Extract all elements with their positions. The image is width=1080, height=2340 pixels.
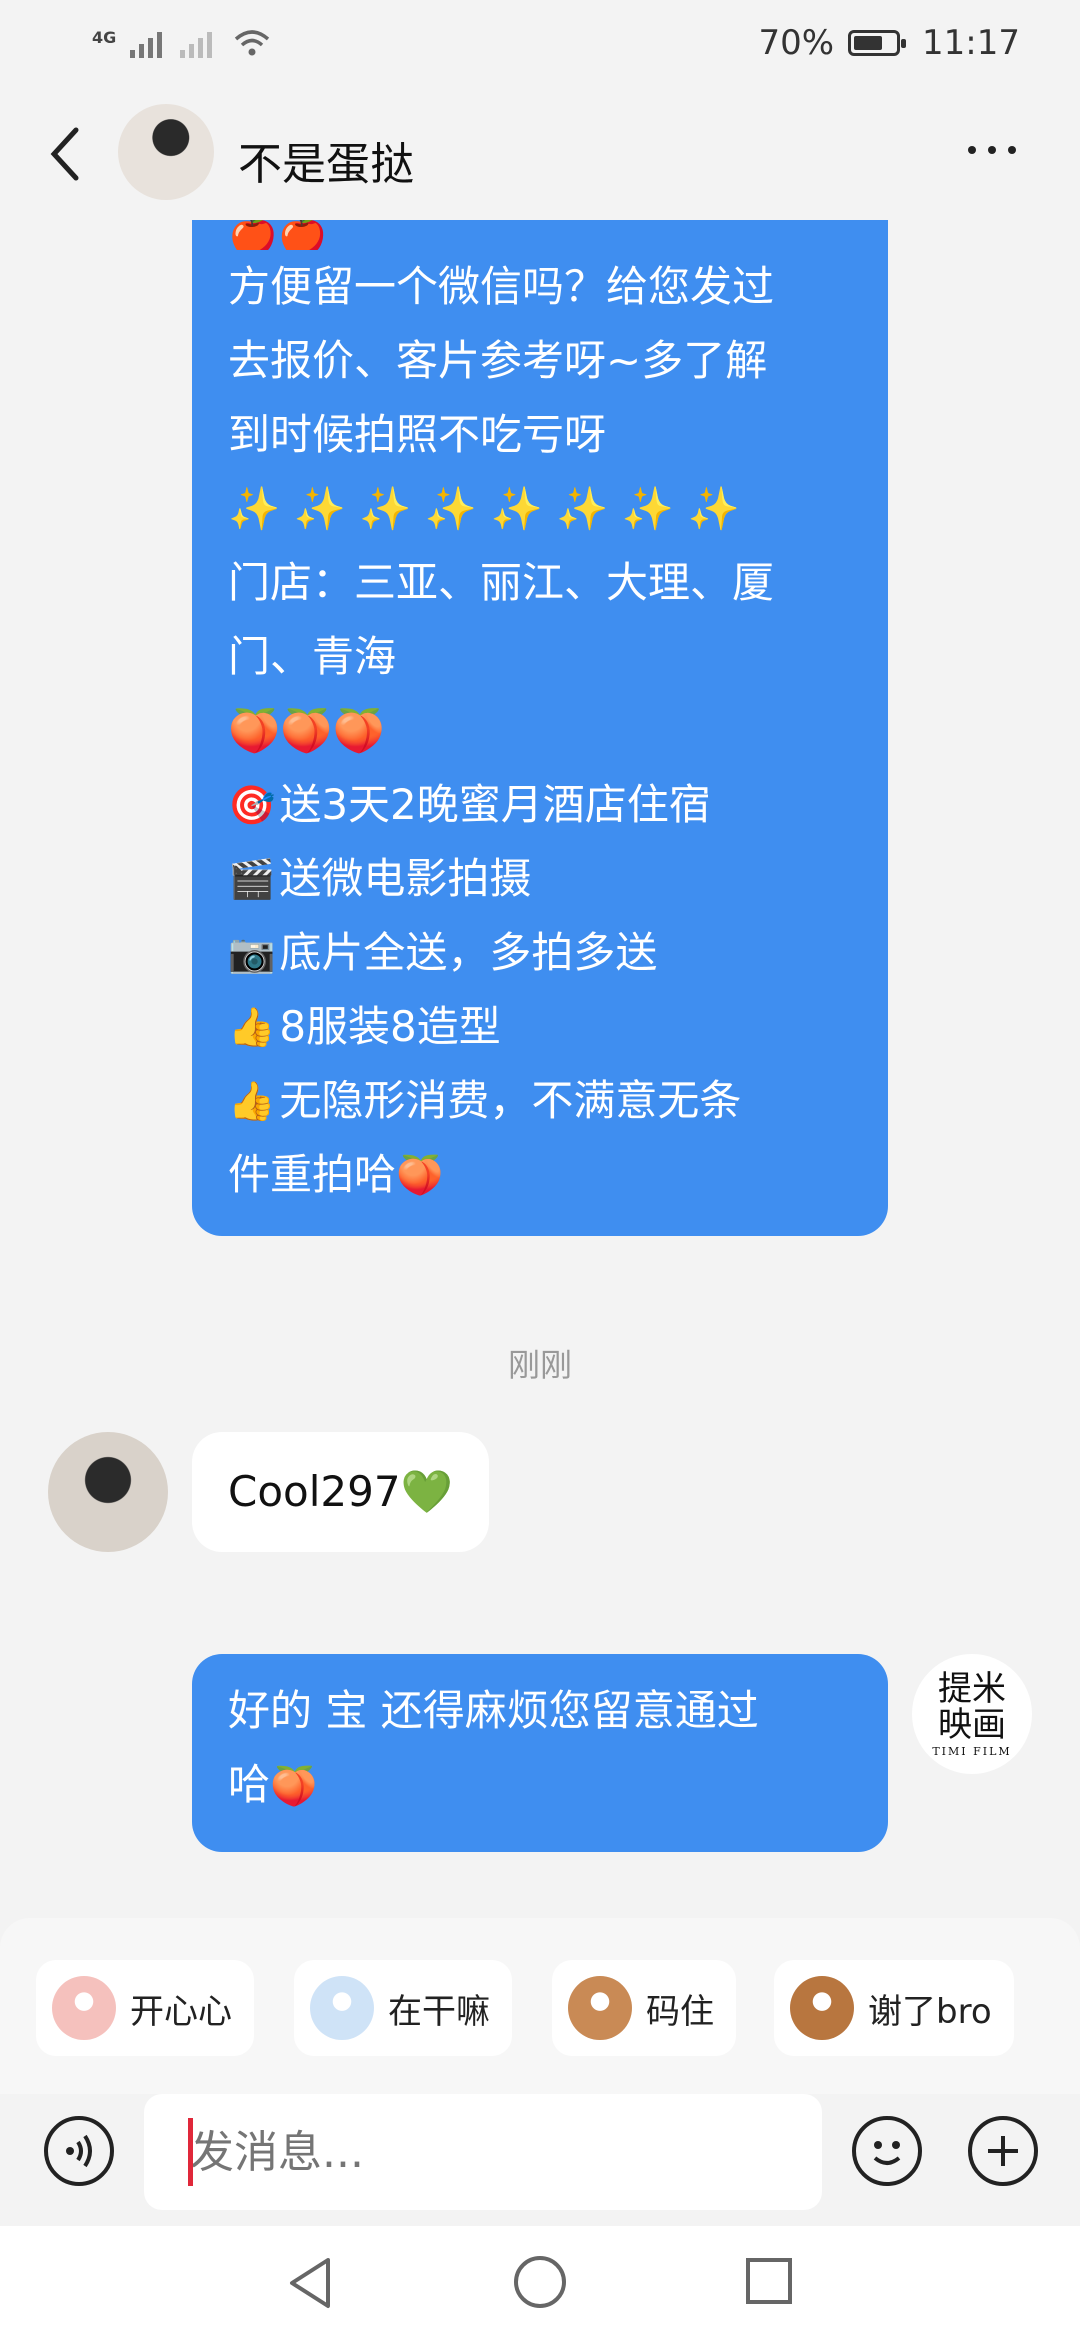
status-right: 70% 11:17 (758, 23, 1020, 63)
sticker-icon (790, 1976, 854, 2040)
peach-face-icon: 🍑 (270, 1764, 318, 1808)
my-avatar[interactable]: 提米 映画 TIMI FILM (912, 1654, 1032, 1774)
message-line: 哈🍑 (228, 1748, 852, 1822)
more-dots-icon[interactable] (968, 146, 1016, 154)
message-line: 去报价、客片参考呀~多了解 (228, 336, 768, 385)
status-left: 4G (92, 28, 270, 58)
wifi-icon (235, 30, 270, 56)
message-line: 👍 8服装8造型 (228, 990, 852, 1064)
quick-reply-chip[interactable]: 码住 (552, 1960, 736, 2056)
message-timestamp: 刚刚 (507, 1346, 572, 1384)
message-line: 🍑🍑🍑 (228, 706, 385, 755)
outgoing-message-bubble[interactable]: 🍎🍎 方便留一个微信吗？给您发过 去报价、客片参考呀~多了解 到时候拍照不吃亏呀… (192, 220, 888, 1236)
quick-reply-chip[interactable]: 在干嘛 (294, 1960, 512, 2056)
plus-icon[interactable] (968, 2116, 1038, 2186)
nav-recent-icon[interactable] (746, 2258, 792, 2304)
message-line: 👍 无隐形消费，不满意无条 (228, 1064, 852, 1138)
target-icon: 🎯 (228, 783, 276, 827)
thumbs-up-icon: 👍 (228, 1005, 276, 1049)
thumbs-up-icon: 👍 (228, 1079, 276, 1123)
status-bar: 4G 70% 11:17 (0, 0, 1080, 86)
message-line: 🎬 送微电影拍摄 (228, 842, 852, 916)
clock: 11:17 (922, 23, 1020, 63)
quick-reply-bar: 开心心 在干嘛 码住 谢了bro (0, 1918, 1080, 2094)
battery-fill (854, 36, 883, 50)
message-line: 门、青海 (228, 632, 397, 681)
chat-header: 不是蛋挞 (0, 86, 1080, 220)
input-row (0, 2094, 1080, 2226)
camera-icon: 📷 (228, 931, 276, 975)
quick-reply-chip[interactable]: 开心心 (36, 1960, 254, 2056)
message-line: 方便留一个微信吗？给您发过 (228, 262, 775, 311)
message-line: 📷 底片全送，多拍多送 (228, 916, 852, 990)
battery-icon (848, 30, 907, 56)
sticker-icon (568, 1976, 632, 2040)
peach-face-icon: 🍑 (396, 1153, 444, 1197)
voice-icon[interactable] (44, 2116, 114, 2186)
emoji-row-top: 🍎🍎 (228, 220, 328, 250)
quick-reply-chip[interactable]: 谢了bro (774, 1960, 1014, 2056)
message-text: Cool297💚 (228, 1467, 453, 1516)
chevron-left-icon[interactable] (46, 124, 86, 184)
incoming-message-bubble[interactable]: Cool297💚 (192, 1432, 489, 1552)
smiley-icon[interactable] (852, 2116, 922, 2186)
message-line: 件重拍哈 🍑 (228, 1138, 852, 1212)
sticker-icon (310, 1976, 374, 2040)
message-input[interactable] (144, 2094, 822, 2210)
network-type: 4G (92, 28, 117, 47)
message-line: 到时候拍照不吃亏呀 (228, 410, 607, 459)
battery-percent: 70% (758, 23, 835, 63)
contact-name: 不是蛋挞 (238, 139, 414, 190)
system-nav-bar (0, 2226, 1080, 2340)
message-line: 门店：三亚、丽江、大理、厦 (228, 558, 775, 607)
nav-back-icon[interactable] (286, 2256, 336, 2310)
text-caret (188, 2118, 193, 2186)
sticker-icon (52, 1976, 116, 2040)
message-line: 好的 宝 还得麻烦您留意通过 (228, 1686, 759, 1735)
nav-home-icon[interactable] (514, 2256, 566, 2308)
contact-avatar-incoming[interactable] (48, 1432, 168, 1552)
contact-avatar[interactable] (118, 104, 214, 200)
message-line: 🎯 送3天2晚蜜月酒店住宿 (228, 768, 852, 842)
signal-icon (130, 28, 163, 58)
signal-2-icon (180, 28, 213, 58)
clapperboard-icon: 🎬 (228, 857, 276, 901)
outgoing-message-bubble-2[interactable]: 好的 宝 还得麻烦您留意通过 哈🍑 (192, 1654, 888, 1852)
message-line: ✨ ✨ ✨ ✨ ✨ ✨ ✨ ✨ (228, 484, 740, 533)
